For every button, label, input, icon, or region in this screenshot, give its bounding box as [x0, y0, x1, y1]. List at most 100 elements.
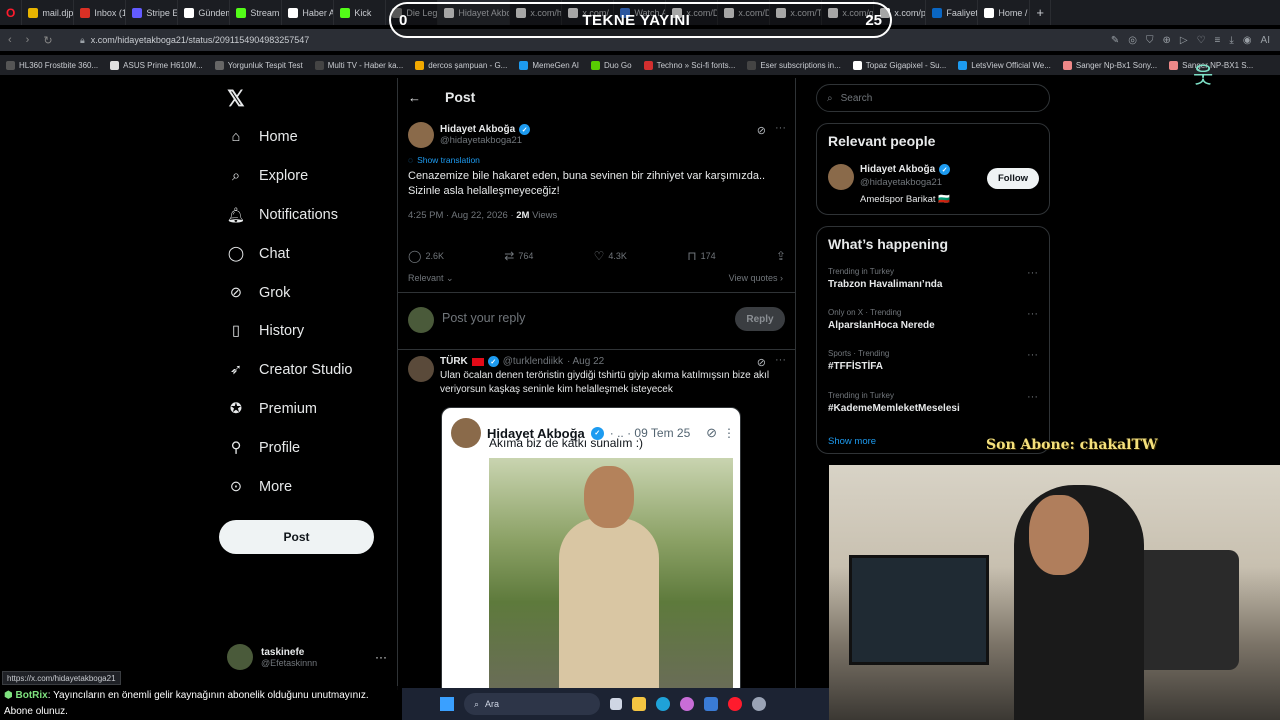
nav-item-notifications[interactable]: 🔔︎ Notifications	[227, 206, 338, 224]
task-view-icon[interactable]	[610, 698, 622, 710]
opera-icon[interactable]	[728, 697, 742, 711]
edit-icon[interactable]: ✎	[1111, 35, 1119, 46]
reload-icon[interactable]: ↻	[43, 34, 52, 47]
view-quotes-link[interactable]: View quotes ›	[729, 273, 783, 283]
browser-tab[interactable]: Stream	[230, 0, 283, 25]
back-icon[interactable]: ‹	[8, 34, 12, 47]
bookmark-item[interactable]: Eser subscriptions in...	[747, 60, 841, 70]
share-action[interactable]: ⇪	[776, 249, 786, 263]
menu-icon[interactable]: ≡	[1215, 35, 1221, 46]
x-logo-icon[interactable]: 𝕏	[227, 86, 245, 112]
nav-item-grok[interactable]: ⊘ Grok	[227, 284, 291, 302]
camera-icon[interactable]: ◎	[1128, 35, 1137, 46]
ai-icon[interactable]: AI	[1261, 35, 1270, 46]
back-arrow-icon[interactable]: ←	[408, 90, 421, 105]
browser-tab[interactable]: mail.djp	[22, 0, 75, 25]
quoted-tweet-card[interactable]: Hidayet Akboğa ✓ · .. · 09 Tem 25 ⊘ ⋮ Ak…	[441, 407, 741, 690]
bookmark-item[interactable]: MemeGen AI	[519, 60, 579, 70]
reply-input[interactable]: Post your reply	[442, 311, 525, 325]
bookmark-item[interactable]: Topaz Gigapixel - Su...	[852, 60, 946, 70]
sort-dropdown[interactable]: Relevant ⌄	[408, 273, 454, 284]
more-dots-icon[interactable]: ···	[775, 122, 786, 134]
timestamp-text[interactable]: 4:25 PM · Aug 22, 2026 ·	[408, 210, 516, 221]
play-icon[interactable]: ▷	[1180, 35, 1188, 46]
like-action[interactable]: ♡ 4.3K	[594, 249, 627, 263]
show-more-link[interactable]: Show more	[828, 436, 876, 447]
copilot-icon[interactable]	[680, 697, 694, 711]
more-dots-icon[interactable]: ···	[1027, 391, 1038, 403]
bookmark-item[interactable]: Sanger Np-Bx1 Sony...	[1062, 60, 1157, 70]
more-dots-icon[interactable]: ···	[1027, 308, 1038, 320]
trend-item[interactable]: Only on X · Trending AlparslanHoca Nerede…	[828, 308, 1038, 331]
bookmark-item[interactable]: ASUS Prime H610M...	[110, 60, 203, 70]
trend-item[interactable]: Sports · Trending #TFFİSTİFA ···	[828, 349, 1038, 372]
avatar[interactable]	[828, 164, 854, 190]
account-switcher[interactable]: taskinefe @Efetaskinnn ···	[227, 644, 387, 670]
quote-photo[interactable]	[489, 458, 733, 690]
browser-tab[interactable]: Home /	[978, 0, 1031, 25]
more-dots-icon[interactable]: ···	[375, 650, 387, 664]
avatar[interactable]	[408, 356, 434, 382]
vpn-icon[interactable]: ⊕	[1162, 35, 1170, 46]
bookmark-item[interactable]: LetsView Official We...	[958, 60, 1051, 70]
reply-author-handle[interactable]: @turklendiikk	[503, 356, 563, 367]
photo-head-shape	[584, 466, 634, 528]
browser-tab[interactable]: Kick	[334, 0, 387, 25]
bookmark-item[interactable]: Multi TV - Haber ka...	[314, 60, 403, 70]
steam-icon[interactable]	[752, 697, 766, 711]
opera-menu-icon[interactable]: O	[0, 0, 23, 25]
shield-icon[interactable]: ⛉	[1146, 35, 1154, 46]
browser-tab[interactable]: Gündem	[178, 0, 231, 25]
browser-tab[interactable]: Stripe E	[126, 0, 179, 25]
forward-icon[interactable]: ›	[26, 34, 30, 47]
more-dots-icon[interactable]: ···	[775, 354, 786, 366]
file-explorer-icon[interactable]	[632, 697, 646, 711]
bookmark-item[interactable]: dercos şampuan - G...	[415, 60, 507, 70]
heart-icon[interactable]: ♡	[1197, 35, 1206, 46]
more-dots-icon[interactable]: ···	[1027, 267, 1038, 279]
nav-item-history[interactable]: ▯ History	[227, 322, 304, 340]
nav-item-premium[interactable]: ✪ Premium	[227, 400, 317, 418]
more-dots-icon[interactable]: ···	[1027, 349, 1038, 361]
avatar[interactable]	[408, 122, 434, 148]
browser-tab[interactable]: Haber A	[282, 0, 335, 25]
avatar	[408, 307, 434, 333]
person-handle[interactable]: @hidayetakboga21	[860, 177, 950, 188]
trend-item[interactable]: Trending in Turkey Trabzon Havalimanı’nda…	[828, 267, 1038, 290]
search-input[interactable]: ⌕ Search	[816, 84, 1050, 112]
author-name[interactable]: Hidayet Akboğa	[440, 124, 515, 135]
download-icon[interactable]: ⤓	[1229, 35, 1233, 46]
bookmark-item[interactable]: Yorgunluk Tespit Test	[214, 60, 303, 70]
post-button[interactable]: Post	[219, 520, 374, 554]
grok-icon[interactable]: ⊘	[757, 356, 766, 369]
bookmark-action[interactable]: ⊓ 174	[687, 249, 715, 263]
reply-button[interactable]: Reply	[735, 307, 785, 331]
reply-date[interactable]: · Aug 22	[567, 356, 604, 367]
nav-item-more[interactable]: ⊙ More	[227, 478, 292, 496]
bookmark-item[interactable]: HL360 Frostbite 360...	[6, 60, 98, 70]
grok-icon[interactable]: ⊘	[757, 124, 766, 137]
reply-author-name[interactable]: TÜRK	[440, 356, 468, 367]
nav-item-home[interactable]: ⌂ Home	[227, 128, 298, 146]
bookmark-item[interactable]: Duo Go	[591, 60, 632, 70]
follow-button[interactable]: Follow	[987, 168, 1039, 189]
trend-item[interactable]: Trending in Turkey #KademeMemleketMeseles…	[828, 391, 1038, 414]
browser-tab[interactable]: Faaliyet	[926, 0, 979, 25]
bookmark-item[interactable]: Techno » Sci-fi fonts...	[643, 60, 735, 70]
nav-item-profile[interactable]: ⚲ Profile	[227, 439, 300, 457]
new-tab-icon[interactable]: +	[1030, 0, 1051, 25]
reply-action[interactable]: ◯ 2.6K	[408, 249, 444, 263]
nav-item-chat[interactable]: ◯ Chat	[227, 245, 290, 263]
author-handle[interactable]: @hidayetakboga21	[440, 135, 530, 146]
store-icon[interactable]	[704, 697, 718, 711]
nav-item-creator-studio[interactable]: ➶ Creator Studio	[227, 361, 353, 379]
repost-action[interactable]: ⇄ 764	[504, 249, 533, 263]
windows-start-icon[interactable]	[440, 697, 454, 711]
nav-item-explore[interactable]: ⌕ Explore	[227, 167, 308, 185]
person-name[interactable]: Hidayet Akboğa	[860, 164, 935, 175]
edge-icon[interactable]	[656, 697, 670, 711]
browser-tab[interactable]: Inbox (1	[74, 0, 127, 25]
show-translation-link[interactable]: ◌ Show translation	[408, 155, 786, 165]
taskbar-search-input[interactable]: ⌕ Ara	[464, 693, 600, 715]
profile-icon[interactable]: ◉	[1243, 35, 1252, 46]
